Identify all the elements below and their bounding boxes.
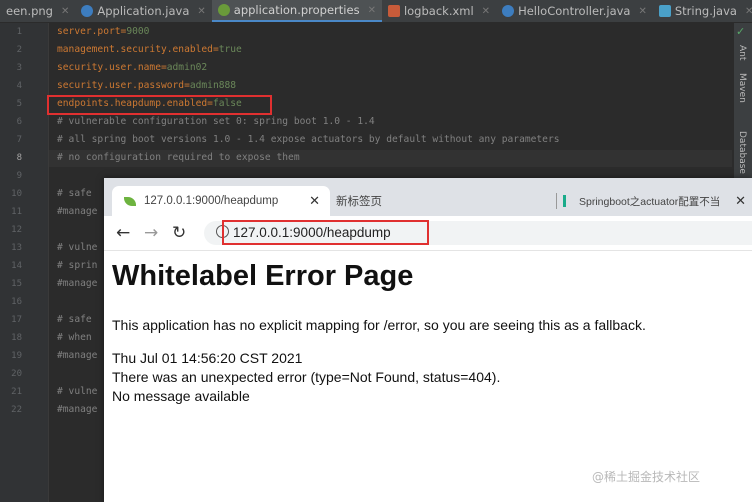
error-status: There was an unexpected error (type=Not …	[112, 369, 501, 385]
close-icon[interactable]: ✕	[309, 193, 320, 209]
line-number: 14	[11, 261, 22, 271]
code-comment: # all spring boot versions 1.0 - 1.4 exp…	[57, 134, 560, 145]
reload-icon[interactable]: ↻	[172, 223, 186, 243]
site-favicon-icon	[563, 195, 573, 207]
back-icon[interactable]: ←	[116, 223, 130, 243]
check-icon: ✓	[736, 25, 746, 38]
java-class-icon	[81, 5, 94, 17]
spring-leaf-icon	[124, 196, 136, 206]
browser-tab-springboot-article[interactable]: Springboot之actuator配置不当	[556, 186, 752, 216]
line-number: 7	[16, 135, 22, 145]
tab-label: HelloController.java	[518, 4, 631, 18]
page-title: Whitelabel Error Page	[112, 260, 414, 292]
code-line: security.user.password=admin888	[57, 80, 237, 91]
heapdump-setting-highlight	[47, 95, 272, 115]
tab-hellocontroller-java[interactable]: HelloController.java ✕	[496, 0, 653, 22]
tab-separator	[556, 193, 557, 209]
tab-application-properties[interactable]: application.properties ✕	[211, 0, 382, 22]
tab-label: een.png	[6, 4, 53, 18]
line-number: 1	[16, 27, 22, 37]
tab-logback-xml[interactable]: logback.xml ✕	[382, 0, 496, 22]
ant-tool-button[interactable]: Ant	[737, 45, 747, 60]
line-number: 5	[16, 99, 22, 109]
line-number: 21	[11, 387, 22, 397]
browser-tab-title: 新标签页	[336, 196, 382, 208]
tab-application-java[interactable]: Application.java ✕	[75, 0, 211, 22]
url-highlight	[222, 220, 429, 245]
code-comment: # safe	[57, 188, 92, 199]
browser-tab-new[interactable]: 新标签页 ✕	[336, 186, 746, 216]
close-icon[interactable]: ✕	[745, 6, 752, 17]
line-number: 15	[11, 279, 22, 289]
line-number: 2	[16, 45, 22, 55]
code-line: management.security.enabled=true	[57, 44, 242, 55]
line-number: 20	[11, 369, 22, 379]
code-comment: # sprin	[57, 260, 98, 271]
line-number: 13	[11, 243, 22, 253]
code-comment: #manage	[57, 350, 98, 361]
java-class-icon	[658, 5, 671, 17]
tab-label: String.java	[674, 4, 737, 18]
code-comment: # safe	[57, 314, 92, 325]
close-icon[interactable]: ✕	[482, 6, 490, 17]
line-number: 16	[11, 297, 22, 307]
line-number-gutter: 1 2 3 4 5 6 7 8 9 10 11 12 13 14 15 16 1…	[0, 23, 49, 502]
error-description: This application has no explicit mapping…	[112, 317, 646, 333]
close-icon[interactable]: ✕	[61, 6, 69, 17]
code-comment: # no configuration required to expose th…	[57, 152, 300, 163]
line-number: 18	[11, 333, 22, 343]
line-number: 17	[11, 315, 22, 325]
forward-icon[interactable]: →	[144, 223, 158, 243]
line-number: 12	[11, 225, 22, 235]
tab-label: logback.xml	[403, 4, 474, 18]
line-number: 22	[11, 405, 22, 415]
java-class-icon	[502, 5, 515, 17]
xml-file-icon	[387, 5, 400, 17]
browser-tab-title: Springboot之actuator配置不当	[579, 195, 721, 208]
properties-file-icon	[217, 4, 230, 16]
error-message: No message available	[112, 388, 250, 404]
line-number: 8	[16, 153, 22, 163]
close-icon[interactable]: ✕	[638, 6, 646, 17]
browser-window: 127.0.0.1:9000/heapdump ✕ 新标签页 ✕ Springb…	[104, 178, 752, 502]
code-comment: #manage	[57, 206, 98, 217]
code-comment: #manage	[57, 278, 98, 289]
line-number: 19	[11, 351, 22, 361]
database-tool-button[interactable]: Database	[737, 131, 747, 174]
code-comment: # when	[57, 332, 92, 343]
close-icon[interactable]: ✕	[368, 5, 376, 16]
line-number: 9	[16, 171, 22, 181]
line-number: 4	[16, 81, 22, 91]
code-line: security.user.name=admin02	[57, 62, 208, 73]
close-icon[interactable]: ✕	[197, 6, 205, 17]
line-number: 10	[11, 189, 22, 199]
error-timestamp: Thu Jul 01 14:56:20 CST 2021	[112, 350, 303, 366]
code-comment: # vulne	[57, 242, 98, 253]
browser-tab-strip: 127.0.0.1:9000/heapdump ✕ 新标签页 ✕ Springb…	[104, 178, 752, 216]
watermark: @稀土掘金技术社区	[592, 470, 701, 484]
line-number: 3	[16, 63, 22, 73]
code-line: server.port=9000	[57, 26, 150, 37]
browser-tab-title: 127.0.0.1:9000/heapdump	[144, 195, 279, 207]
code-comment: # vulne	[57, 386, 98, 397]
tab-string-java[interactable]: String.java ✕	[653, 0, 752, 22]
line-number: 6	[16, 117, 22, 127]
browser-tab-heapdump[interactable]: 127.0.0.1:9000/heapdump ✕	[112, 186, 330, 216]
tab-een-png[interactable]: een.png ✕	[0, 0, 75, 22]
maven-tool-button[interactable]: Maven	[737, 73, 747, 103]
tab-label: Application.java	[97, 4, 190, 18]
line-number: 11	[11, 207, 22, 217]
tab-label: application.properties	[233, 3, 360, 17]
code-comment: #manage	[57, 404, 98, 415]
code-comment: # vulnerable configuration set 0: spring…	[57, 116, 375, 127]
editor-tab-bar: een.png ✕ Application.java ✕ application.p…	[0, 0, 752, 23]
